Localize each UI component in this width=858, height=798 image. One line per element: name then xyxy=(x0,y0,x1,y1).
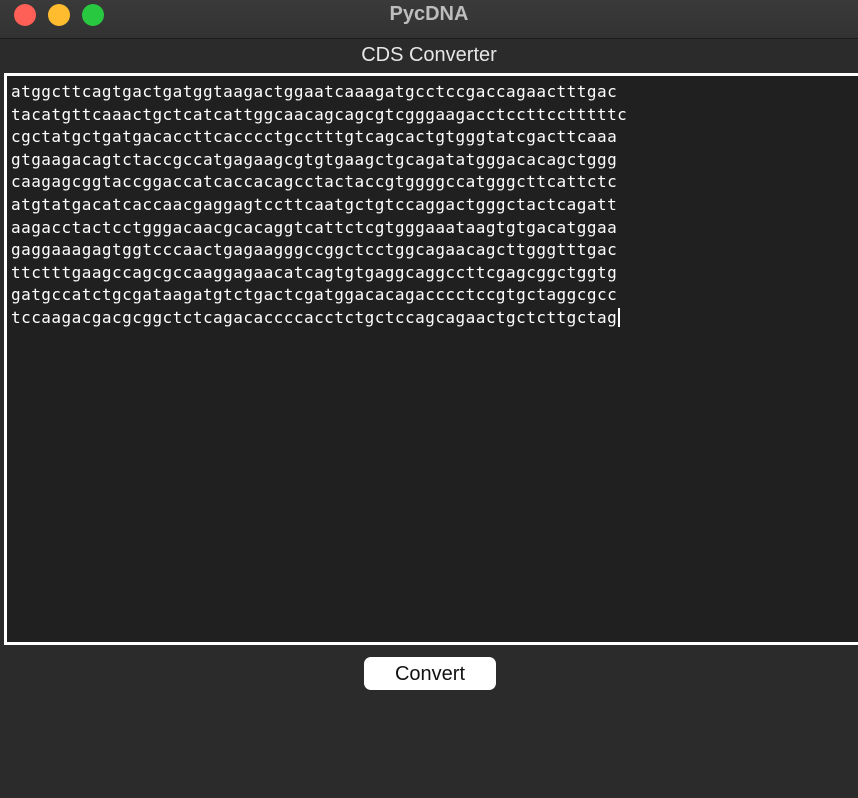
window-title: PycDNA xyxy=(389,3,469,25)
page-title: CDS Converter xyxy=(361,44,497,66)
title-bar: PycDNA xyxy=(0,0,858,39)
sequence-line: ttctttgaagccagcgccaaggagaacatcagtgtgaggc… xyxy=(11,262,618,282)
sequence-line: gatgccatctgcgataagatgtctgactcgatggacacag… xyxy=(11,285,618,305)
sequence-line: caagagcggtaccggaccatcaccacagcctactaccgtg… xyxy=(11,172,618,192)
app-window: PycDNA CDS Converter atggcttcagtgactgatg… xyxy=(0,0,858,798)
sequence-line: gaggaaagagtggtcccaactgagaagggccggctcctgg… xyxy=(11,240,618,260)
sequence-line: atggcttcagtgactgatggtaagactggaatcaaagatg… xyxy=(11,82,618,101)
sequence-line: aagacctactcctgggacaacgcacaggtcattctcgtgg… xyxy=(11,217,618,237)
sequence-line: tacatgttcaaactgctcatcattggcaacagcagcgtcg… xyxy=(11,104,628,124)
sequence-line: gtgaagacagtctaccgccatgagaagcgtgtgaagctgc… xyxy=(11,149,618,169)
sequence-last-text: tccaagacgacgcggctctcagacaccccacctctgctcc… xyxy=(11,307,618,327)
text-caret xyxy=(618,307,621,327)
sequence-textarea[interactable]: atggcttcagtgactgatggtaagactggaatcaaagatg… xyxy=(4,73,858,645)
sequence-line: cgctatgctgatgacaccttcacccctgcctttgtcagca… xyxy=(11,127,618,147)
sequence-line-last: tccaagacgacgcggctctcagacaccccacctctgctcc… xyxy=(11,307,858,330)
sequence-line: atgtatgacatcaccaacgaggagtccttcaatgctgtcc… xyxy=(11,194,618,214)
convert-button[interactable]: Convert xyxy=(364,657,496,690)
